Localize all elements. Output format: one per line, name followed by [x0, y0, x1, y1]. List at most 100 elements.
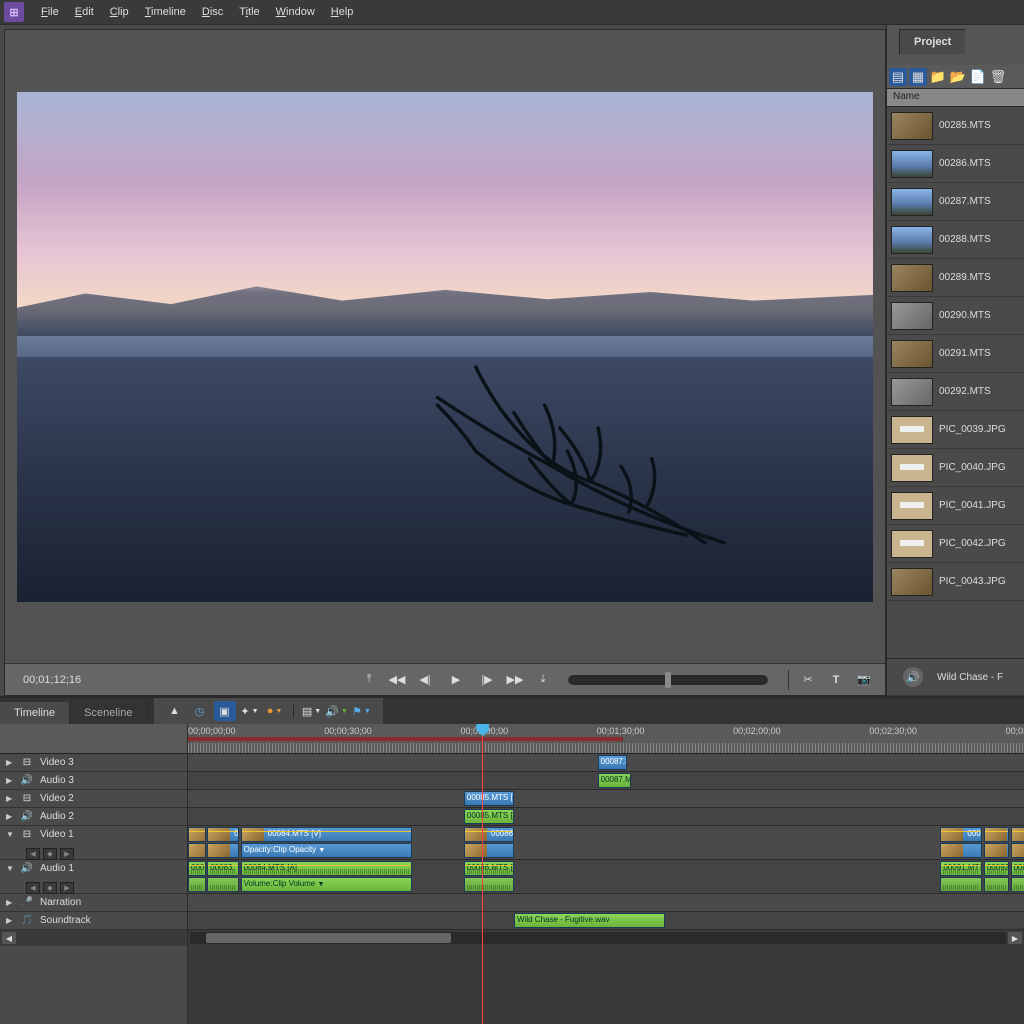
track-display-tool[interactable]: ▤▼ — [301, 701, 323, 721]
clip-lower[interactable] — [940, 877, 982, 892]
clip[interactable]: 00085.MTS [V — [464, 791, 514, 806]
clip-lower[interactable] — [188, 843, 206, 858]
clip[interactable]: 00091.MTS [A — [940, 861, 982, 876]
expand-icon[interactable]: ▶ — [6, 898, 14, 907]
menu-file[interactable]: File — [34, 3, 66, 21]
track-lane-audio1[interactable]: 00000083.00084.MTS [A]Volume:Clip Volume… — [188, 860, 1024, 894]
import-button[interactable]: 📂 — [949, 68, 967, 86]
prev-keyframe-button[interactable]: ◀ — [26, 848, 40, 860]
clip-lower[interactable] — [464, 843, 514, 858]
menu-disc[interactable]: Disc — [195, 3, 230, 21]
track-lane-video1[interactable]: 00000083.00084.MTS [V]Opacity:Clip Opaci… — [188, 826, 1024, 860]
clip[interactable]: 00092. — [984, 827, 1009, 842]
clip[interactable]: 00084.MTS [V] — [241, 827, 412, 842]
play-button[interactable]: ▶ — [442, 670, 470, 690]
tab-timeline[interactable]: Timeline — [0, 702, 70, 724]
timeline-scrollbar[interactable]: ▶ — [188, 930, 1024, 946]
asset-row[interactable]: PIC_0041.JPG — [887, 487, 1024, 525]
scroll-right-button[interactable]: ▶ — [1008, 932, 1022, 944]
asset-row[interactable]: 00290.MTS — [887, 297, 1024, 335]
prev-keyframe-button[interactable]: ◀ — [26, 882, 40, 894]
track-header-audio3[interactable]: ▶🔊Audio 3 — [0, 772, 187, 790]
jog-shuttle[interactable] — [568, 675, 768, 685]
clip-lower[interactable] — [207, 843, 239, 858]
clip[interactable]: 00086.MTS [V — [464, 827, 514, 842]
asset-row[interactable]: 00288.MTS — [887, 221, 1024, 259]
menu-timeline[interactable]: Timeline — [138, 3, 193, 21]
scroll-left-button[interactable]: ◀ — [2, 932, 16, 944]
freeze-frame-button[interactable]: 📷 — [853, 670, 875, 690]
clip[interactable]: 00093.MTS [ ne — [1011, 827, 1024, 842]
step-back-button[interactable]: ◀| — [414, 670, 436, 690]
clip-lower[interactable] — [940, 843, 982, 858]
track-header-video3[interactable]: ▶⊟Video 3 — [0, 754, 187, 772]
clip[interactable]: 00092. — [984, 861, 1009, 876]
expand-icon[interactable]: ▶ — [6, 776, 14, 785]
tab-sceneline[interactable]: Sceneline — [70, 702, 147, 724]
asset-row[interactable]: PIC_0039.JPG — [887, 411, 1024, 449]
clip-lower[interactable] — [207, 877, 239, 892]
preview-canvas[interactable] — [17, 92, 873, 602]
asset-row[interactable]: 00285.MTS — [887, 107, 1024, 145]
track-lane-audio3[interactable]: 00087.M — [188, 772, 1024, 790]
grid-view-button[interactable]: ▦ — [909, 68, 927, 86]
project-tab[interactable]: Project — [899, 29, 965, 54]
expand-icon[interactable]: ▶ — [6, 758, 14, 767]
add-keyframe-button[interactable]: ◆ — [43, 882, 57, 894]
collapse-icon[interactable]: ▼ — [6, 830, 14, 839]
clip-soundtrack[interactable]: Wild Chase - Fugitive.wav — [514, 913, 664, 928]
next-keyframe-button[interactable]: ▶ — [60, 848, 74, 860]
properties-tool[interactable]: ▣ — [214, 701, 236, 721]
clip-lower[interactable] — [188, 877, 206, 892]
asset-row[interactable]: PIC_0042.JPG — [887, 525, 1024, 563]
new-folder-button[interactable]: 📁 — [929, 68, 947, 86]
clip-lower[interactable] — [984, 877, 1009, 892]
asset-row-audio[interactable]: 🔊 Wild Chase - F — [887, 658, 1024, 696]
track-header-video1[interactable]: ▼⊟Video 1 ◀◆▶ — [0, 826, 187, 860]
clip[interactable]: 00087.M — [598, 755, 627, 770]
menu-edit[interactable]: Edit — [68, 3, 101, 21]
clip-lower[interactable] — [1011, 843, 1024, 858]
fast-forward-button[interactable]: ▶▶ — [504, 670, 526, 690]
add-text-button[interactable]: T — [825, 670, 847, 690]
clip[interactable]: 00083. — [207, 827, 239, 842]
clip-property[interactable]: Opacity:Clip Opacity ▼ — [241, 843, 412, 858]
asset-row[interactable]: 00289.MTS — [887, 259, 1024, 297]
track-lane-video2[interactable]: 00085.MTS [V — [188, 790, 1024, 808]
expand-icon[interactable]: ▶ — [6, 794, 14, 803]
menu-clip[interactable]: Clip — [103, 3, 136, 21]
clip-lower[interactable] — [464, 877, 514, 892]
scrollbar-thumb[interactable] — [206, 933, 451, 943]
snap-tool[interactable]: ⚑▼ — [351, 701, 373, 721]
asset-row[interactable]: 00292.MTS — [887, 373, 1024, 411]
track-header-soundtrack[interactable]: ▶🎵Soundtrack — [0, 912, 187, 930]
smart-tool[interactable]: ✦▼ — [239, 701, 261, 721]
clip-lower[interactable] — [1011, 877, 1024, 892]
asset-row[interactable]: PIC_0043.JPG — [887, 563, 1024, 601]
timecode-display[interactable]: 00;01;12;16 — [15, 672, 89, 688]
menu-title[interactable]: Title — [232, 3, 266, 21]
asset-row[interactable]: 00286.MTS — [887, 145, 1024, 183]
clip[interactable]: 00083. — [207, 861, 239, 876]
list-view-button[interactable]: ▤ — [889, 68, 907, 86]
clip[interactable]: 000 — [188, 861, 206, 876]
menu-help[interactable]: Help — [324, 3, 361, 21]
clip[interactable]: 00086.MTS [A — [464, 861, 514, 876]
time-ruler[interactable]: 00;00;00;0000;00;30;0000;01;00;0000;01;3… — [188, 724, 1024, 754]
selection-tool[interactable]: ▲ — [164, 701, 186, 721]
track-lane-video3[interactable]: 00087.M — [188, 754, 1024, 772]
track-header-audio2[interactable]: ▶🔊Audio 2 — [0, 808, 187, 826]
time-stretch-tool[interactable]: ◷ — [189, 701, 211, 721]
clip[interactable]: 00091.MTS [V — [940, 827, 982, 842]
track-lane-audio2[interactable]: 00085.MTS [A — [188, 808, 1024, 826]
asset-row[interactable]: PIC_0040.JPG — [887, 449, 1024, 487]
expand-icon[interactable]: ▶ — [6, 812, 14, 821]
out-point-button[interactable]: ⤓ — [532, 670, 554, 690]
menu-window[interactable]: Window — [269, 3, 322, 21]
collapse-icon[interactable]: ▼ — [6, 864, 14, 873]
playhead[interactable] — [482, 724, 483, 1024]
track-header-video2[interactable]: ▶⊟Video 2 — [0, 790, 187, 808]
track-lane-soundtrack[interactable]: Wild Chase - Fugitive.wav — [188, 912, 1024, 930]
new-item-button[interactable]: 📄 — [969, 68, 987, 86]
asset-list[interactable]: 00285.MTS00286.MTS00287.MTS00288.MTS0028… — [887, 107, 1024, 658]
